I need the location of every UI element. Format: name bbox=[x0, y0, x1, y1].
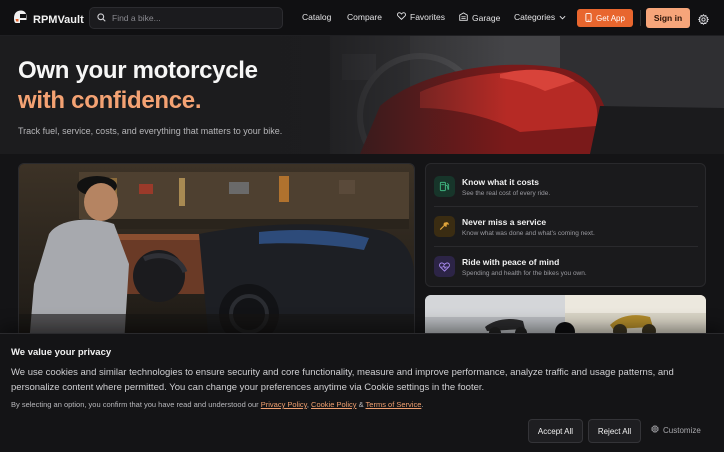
nav-favorites[interactable]: Favorites bbox=[397, 12, 445, 22]
cookie-policy-link[interactable]: Cookie Policy bbox=[311, 400, 356, 409]
get-app-label: Get App bbox=[596, 13, 625, 23]
workshop-photo bbox=[18, 163, 415, 343]
accept-all-button[interactable]: Accept All bbox=[528, 419, 583, 443]
nav-divider bbox=[640, 10, 641, 26]
gear-icon[interactable] bbox=[697, 12, 710, 30]
consent-suffix: . bbox=[421, 400, 424, 409]
garage-icon bbox=[459, 12, 468, 23]
brand-name: RPMVault bbox=[33, 13, 84, 26]
helmet-logo-icon bbox=[12, 9, 28, 30]
heart-pulse-icon bbox=[434, 256, 455, 277]
cookie-title: We value your privacy bbox=[11, 347, 112, 358]
nav-catalog-label: Catalog bbox=[302, 12, 332, 22]
hero-banner: Own your motorcycle with confidence. Tra… bbox=[0, 36, 724, 154]
top-navbar: RPMVault Catalog Compare Favorites bbox=[0, 0, 724, 36]
feature-item-peace: Ride with peace of mind Spending and hea… bbox=[434, 252, 698, 292]
terms-of-service-link[interactable]: Terms of Service bbox=[366, 400, 422, 409]
feature-title: Never miss a service bbox=[462, 217, 547, 227]
search-icon bbox=[97, 9, 106, 27]
nav-categories[interactable]: Categories bbox=[514, 12, 566, 22]
search-input[interactable] bbox=[112, 13, 272, 23]
divider bbox=[434, 206, 698, 207]
search-box[interactable] bbox=[89, 7, 283, 29]
feature-title: Ride with peace of mind bbox=[462, 257, 560, 267]
nav-garage-label: Garage bbox=[472, 12, 501, 23]
get-app-button[interactable]: Get App bbox=[577, 9, 633, 27]
cookie-consent-text: By selecting an option, you confirm that… bbox=[11, 400, 423, 409]
fuel-pump-icon bbox=[434, 176, 455, 197]
reject-all-button[interactable]: Reject All bbox=[588, 419, 641, 443]
features-card: Know what it costs See the real cost of … bbox=[425, 163, 706, 287]
consent-prefix: By selecting an option, you confirm that… bbox=[11, 400, 261, 409]
feature-desc: Spending and health for the bikes you ow… bbox=[462, 270, 587, 277]
chevron-down-icon bbox=[559, 12, 566, 22]
hero-subtitle: Track fuel, service, costs, and everythi… bbox=[18, 126, 283, 136]
heart-icon bbox=[397, 12, 406, 22]
brand[interactable]: RPMVault bbox=[12, 9, 84, 30]
cookie-consent-banner: We value your privacy We use cookies and… bbox=[0, 333, 724, 452]
customize-button[interactable]: Customize bbox=[650, 424, 701, 435]
nav-favorites-label: Favorites bbox=[410, 12, 445, 22]
nav-categories-label: Categories bbox=[514, 12, 556, 22]
feature-desc: See the real cost of every ride. bbox=[462, 190, 551, 197]
nav-compare-label: Compare bbox=[347, 12, 382, 22]
feature-title: Know what it costs bbox=[462, 177, 539, 187]
nav-garage[interactable]: Garage bbox=[459, 12, 500, 23]
divider bbox=[434, 246, 698, 247]
nav-catalog[interactable]: Catalog bbox=[302, 12, 331, 22]
phone-icon bbox=[585, 12, 592, 24]
feature-desc: Know what was done and what's coming nex… bbox=[462, 230, 595, 237]
cookie-body: We use cookies and similar technologies … bbox=[11, 367, 674, 393]
gear-icon bbox=[650, 424, 660, 435]
nav-compare[interactable]: Compare bbox=[347, 12, 382, 22]
hero-title-line2: with confidence. bbox=[18, 87, 202, 114]
wrench-icon bbox=[434, 216, 455, 237]
sign-in-button[interactable]: Sign in bbox=[646, 8, 690, 28]
customize-label: Customize bbox=[663, 425, 701, 435]
consent-separator: & bbox=[356, 400, 366, 409]
hero-title-line1: Own your motorcycle bbox=[18, 57, 258, 84]
privacy-policy-link[interactable]: Privacy Policy bbox=[261, 400, 307, 409]
